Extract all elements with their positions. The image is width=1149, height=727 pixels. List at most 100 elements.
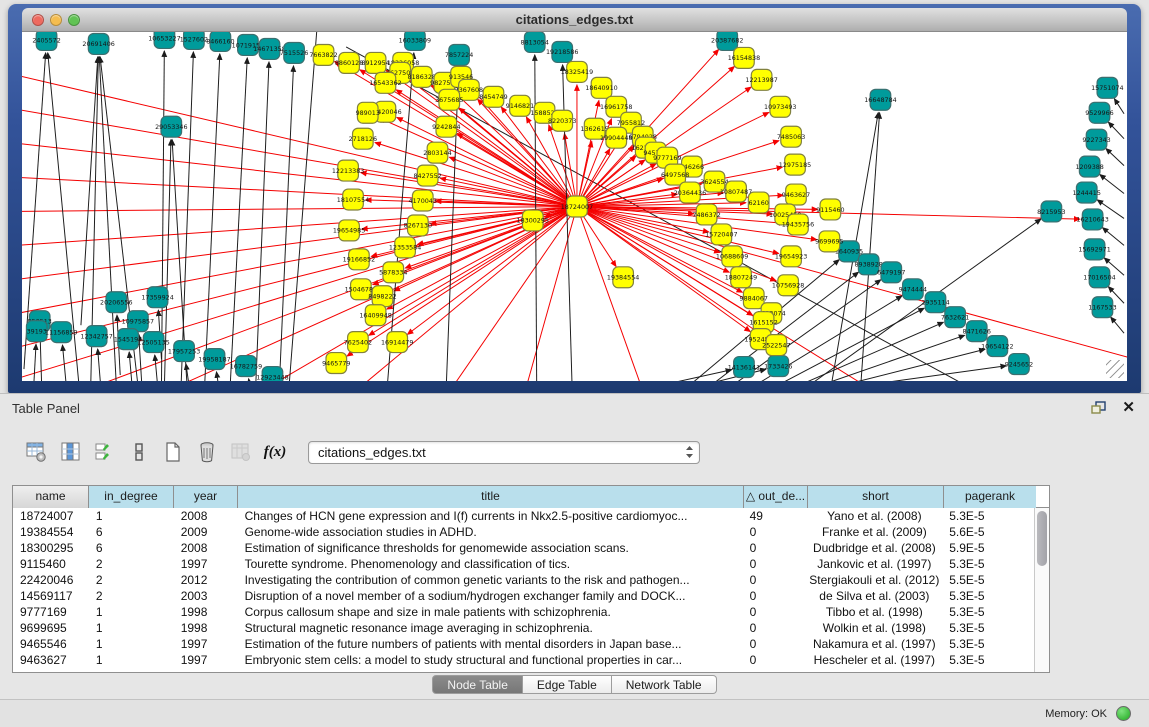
graph-node[interactable]: 1244415 [1073,182,1101,203]
table-cell[interactable]: 49 [743,508,807,524]
table-cell[interactable]: 18300295 [13,540,89,556]
table-row[interactable]: 1938455462009Genome-wide association stu… [13,524,1034,540]
table-cell[interactable]: Changes of HCN gene expression and I(f) … [238,508,743,524]
table-cell[interactable]: 9465546 [13,636,89,652]
table-cell[interactable]: de Silva et al. (2003) [806,588,942,604]
table-cell[interactable]: 0 [743,620,807,636]
table-row[interactable]: 1830029562008Estimation of significance … [13,540,1034,556]
table-cell[interactable]: 0 [743,636,807,652]
graph-node[interactable]: 19958187 [198,349,230,370]
table-cell[interactable]: 5.3E-5 [942,636,1034,652]
table-cell[interactable]: 0 [743,604,807,620]
table-cell[interactable]: Hescheler et al. (1997) [806,652,942,668]
graph-node[interactable]: 19218586 [546,41,578,62]
table-cell[interactable]: 2008 [174,540,238,556]
column-header-year[interactable]: year [174,486,238,508]
graph-node[interactable]: 7485063 [777,126,805,147]
tab-edge-table[interactable]: Edge Table [523,675,612,694]
column-header-in_degree[interactable]: in_degree [89,486,174,508]
graph-node[interactable]: 12213383 [332,160,364,181]
table-cell[interactable]: 1 [89,636,174,652]
table-cell[interactable]: 9463627 [13,652,89,668]
graph-node[interactable]: 19654923 [775,246,807,267]
new-table-icon[interactable] [158,437,188,467]
tab-node-table[interactable]: Node Table [432,675,523,694]
table-cell[interactable]: 1 [89,620,174,636]
graph-node[interactable]: 19166852 [343,249,375,270]
graph-node[interactable]: 9529966 [1085,102,1113,123]
table-row[interactable]: 946554611997Estimation of the future num… [13,636,1034,652]
graph-node[interactable]: 989013 [356,102,380,123]
table-cell[interactable]: 1 [89,508,174,524]
table-cell[interactable]: Tourette syndrome. Phenomenology and cla… [238,556,743,572]
graph-node[interactable]: 7857224 [445,44,473,65]
table-cell[interactable]: 0 [743,572,807,588]
graph-node[interactable]: 18807249 [725,267,757,288]
graph-node[interactable]: 8860128 [335,52,363,73]
show-column-icon[interactable] [56,437,86,467]
table-cell[interactable]: 0 [743,556,807,572]
table-cell[interactable]: 0 [743,652,807,668]
table-cell[interactable]: 22420046 [13,572,89,588]
graph-node[interactable]: 7663822 [309,44,337,65]
graph-node[interactable]: 9227343 [1082,129,1110,150]
graph-node[interactable]: 9699695 [815,231,843,252]
graph-node[interactable]: 2522547 [762,335,790,356]
table-cell[interactable]: 0 [743,588,807,604]
graph-node[interactable]: 12975185 [779,154,811,175]
graph-node[interactable]: 16648784 [864,89,896,110]
table-cell[interactable]: 14569117 [13,588,89,604]
import-table-icon[interactable] [226,437,256,467]
graph-node[interactable]: 2405572 [32,32,60,50]
table-cell[interactable]: 6 [89,540,174,556]
table-cell[interactable]: 1 [89,652,174,668]
graph-node[interactable]: 9465779 [322,353,350,374]
graph-node[interactable]: 10973493 [764,96,796,117]
table-cell[interactable]: 5.3E-5 [942,588,1034,604]
graph-node[interactable]: 7632621 [941,307,969,328]
table-cell[interactable]: 18724007 [13,508,89,524]
graph-node[interactable]: 14136141 [728,357,760,378]
table-cell[interactable]: 5.3E-5 [942,604,1034,620]
graph-node[interactable]: 6479197 [877,262,905,283]
table-cell[interactable]: 1998 [174,604,238,620]
table-cell[interactable]: Estimation of the future numbers of pati… [238,636,743,652]
column-header-pagerank[interactable]: pagerank [944,486,1036,508]
function-builder-icon[interactable]: f(x) [260,437,290,467]
graph-node[interactable]: 62160 [748,192,769,213]
table-cell[interactable]: Wolkin et al. (1998) [806,620,942,636]
graph-node[interactable]: 8220373 [548,110,576,131]
table-cell[interactable]: 2003 [174,588,238,604]
table-cell[interactable]: 5.9E-5 [942,540,1034,556]
graph-node[interactable]: 5878334 [379,262,407,283]
graph-node[interactable]: 9242844 [432,116,460,137]
graph-node[interactable]: 39193 [26,321,47,342]
graph-node[interactable]: 8267130 [404,215,432,236]
window-title-bar[interactable]: citations_edges.txt [22,8,1127,32]
table-cell[interactable]: 9777169 [13,604,89,620]
table-cell[interactable]: Tibbo et al. (1998) [806,604,942,620]
table-cell[interactable]: 2012 [174,572,238,588]
table-cell[interactable]: Dudbridge et al. (2008) [806,540,942,556]
graph-node[interactable]: 9474444 [899,279,927,300]
graph-node[interactable]: 20691406 [82,33,114,54]
table-row[interactable]: 1456911722003Disruption of a novel membe… [13,588,1034,604]
table-cell[interactable]: Nakamura et al. (1997) [806,636,942,652]
table-cell[interactable]: 9699695 [13,620,89,636]
graph-node[interactable]: 3675685 [435,89,463,110]
tab-network-table[interactable]: Network Table [612,675,717,694]
graph-node[interactable]: 8427552 [413,165,441,186]
graph-node[interactable]: 12342757 [80,326,112,347]
table-cell[interactable]: Structural magnetic resonance image aver… [238,620,743,636]
table-cell[interactable]: Stergiakouli et al. (2012) [806,572,942,588]
column-header-name[interactable]: name [13,486,89,508]
table-cell[interactable]: Genome-wide association studies in ADHD. [238,524,743,540]
table-cell[interactable]: Jankovic et al. (1997) [806,556,942,572]
delete-table-icon[interactable] [192,437,222,467]
table-cell[interactable]: 5.3E-5 [942,508,1034,524]
graph-node[interactable]: 15692971 [1078,239,1110,260]
table-selector-dropdown[interactable]: citations_edges.txt [308,441,700,464]
select-all-rows-icon[interactable] [90,437,120,467]
graph-node[interactable]: 2803144 [423,142,451,163]
graph-node[interactable]: 8215953 [1037,201,1065,222]
